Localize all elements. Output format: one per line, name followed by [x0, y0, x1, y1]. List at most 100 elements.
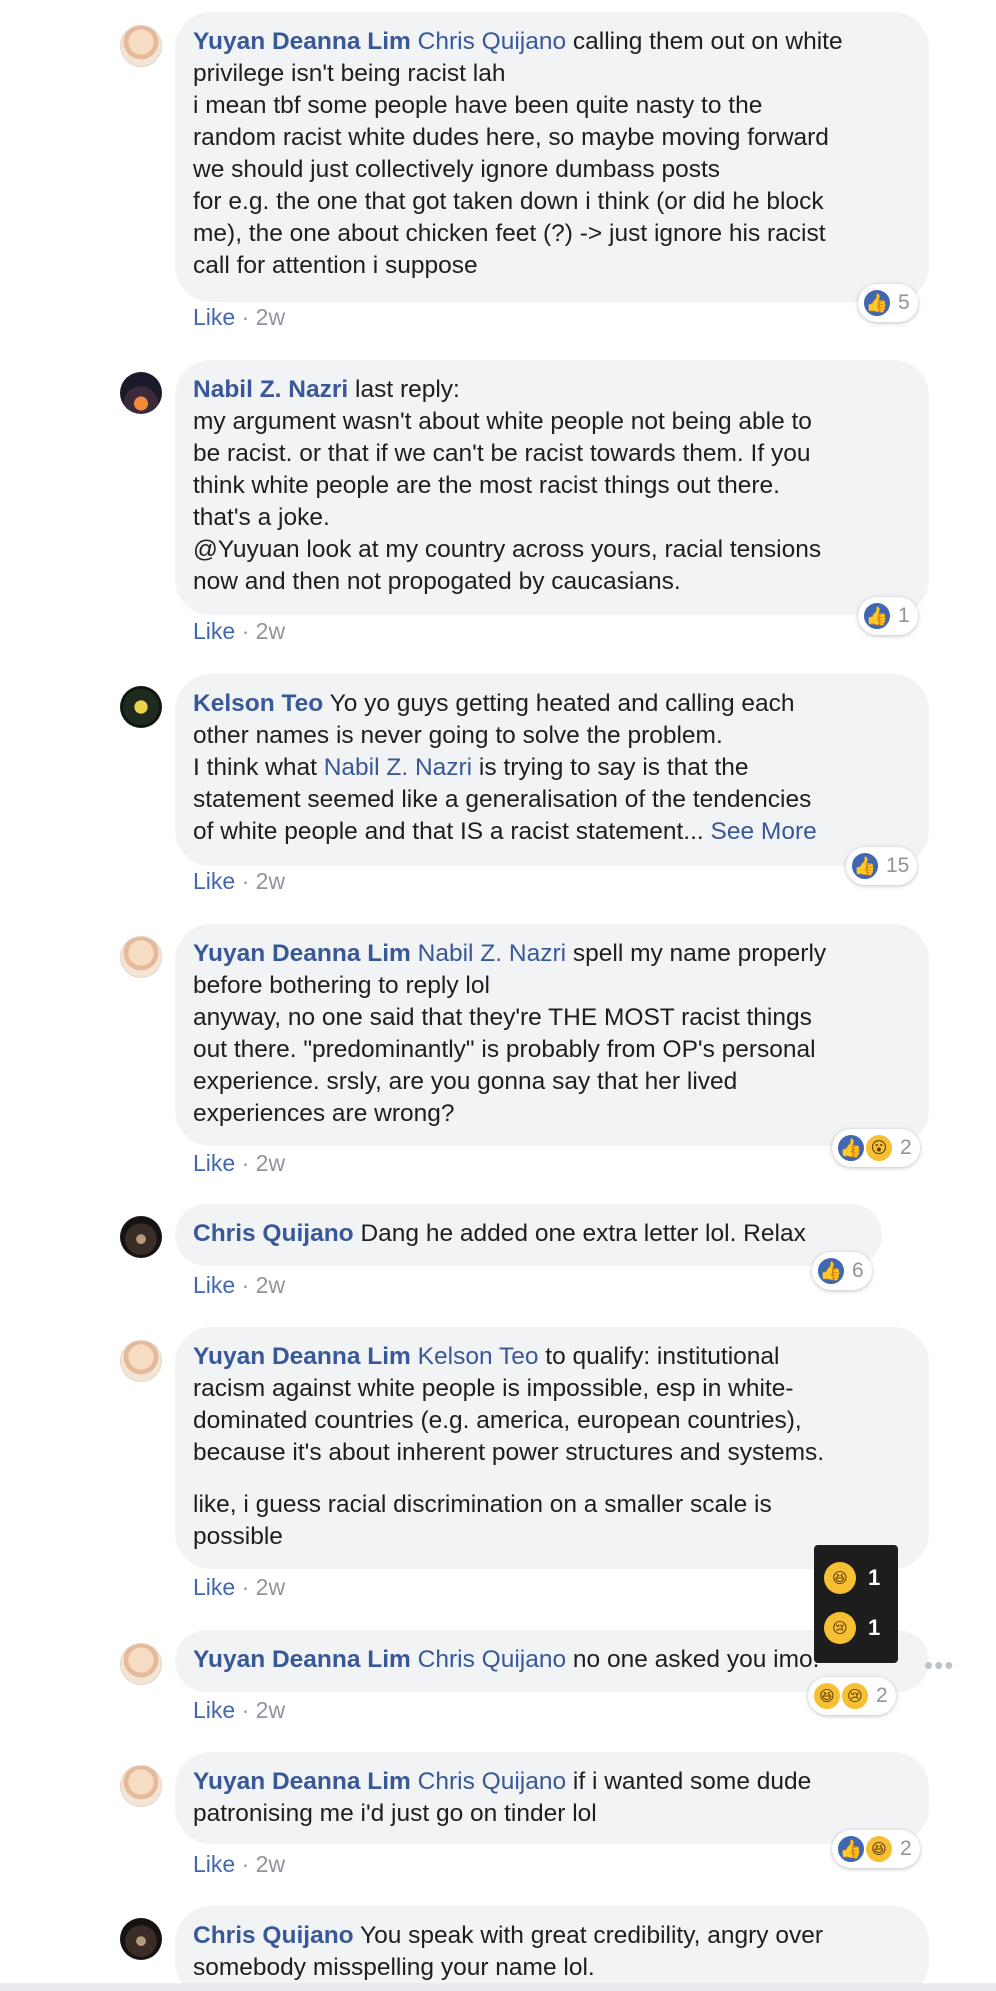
comment-text: no one asked you imo. [566, 1646, 820, 1673]
reaction-summary[interactable]: 👍 5 [858, 284, 918, 322]
comment-mention[interactable]: Chris Quijano [418, 1768, 566, 1795]
avatar[interactable] [120, 686, 162, 728]
comment-author[interactable]: Yuyan Deanna Lim [193, 1646, 411, 1673]
like-button[interactable]: Like [193, 868, 235, 894]
like-icon: 👍 [816, 1256, 846, 1286]
wow-icon: 😮 [864, 1133, 894, 1163]
reaction-count: 5 [898, 291, 910, 314]
haha-icon: 😆 [812, 1681, 842, 1711]
comment-text: call for attention i suppose [193, 252, 478, 279]
comment-bubble: Yuyan Deanna Lim Kelson Teo to qualify: … [175, 1327, 929, 1569]
comment-text: i mean tbf some people have been quite n… [193, 92, 763, 119]
reaction-summary[interactable]: 👍 😆 2 [832, 1830, 920, 1868]
comment-author[interactable]: Yuyan Deanna Lim [193, 1343, 411, 1370]
like-button[interactable]: Like [193, 304, 235, 330]
comment-mention[interactable]: Nabil Z. Nazri [418, 940, 566, 967]
like-button[interactable]: Like [193, 1272, 235, 1298]
comment-text: Dang he added one extra letter lol. Rela… [353, 1220, 806, 1247]
comment-text: experiences are wrong? [193, 1100, 455, 1127]
comment-text: because it's about inherent power struct… [193, 1439, 825, 1466]
reaction-count: 2 [900, 1136, 912, 1159]
like-icon: 👍 [836, 1834, 866, 1864]
comment-text: Yo yo guys getting heated and calling ea… [323, 690, 795, 717]
like-button[interactable]: Like [193, 1574, 235, 1600]
comment-meta: Like · 2w [193, 1851, 286, 1877]
comment-author[interactable]: Yuyan Deanna Lim [193, 28, 411, 55]
reaction-count: 2 [876, 1684, 888, 1707]
reaction-summary[interactable]: 👍 😮 2 [832, 1129, 920, 1167]
avatar[interactable] [120, 1918, 162, 1960]
comment-text: if i wanted some dude [566, 1768, 812, 1795]
like-button[interactable]: Like [193, 1150, 235, 1176]
comment-meta: Like · 2w [193, 868, 286, 894]
comment-text: I think what [193, 754, 324, 781]
reaction-count: 2 [900, 1837, 912, 1860]
comment-text: spell my name properly [566, 940, 827, 967]
avatar[interactable] [120, 936, 162, 978]
like-button[interactable]: Like [193, 1851, 235, 1877]
haha-icon: 😆 [864, 1834, 894, 1864]
comment-text: statement seemed like a generalisation o… [193, 786, 812, 813]
tooltip-row: 😢 1 [824, 1603, 888, 1653]
like-button[interactable]: Like [193, 1697, 235, 1723]
comment-text: @Yuyuan look at my country across yours,… [193, 536, 822, 563]
comment-text: You speak with great credibility, angry … [353, 1922, 824, 1949]
like-icon: 👍 [862, 288, 892, 318]
comment-time[interactable]: 2w [256, 1272, 285, 1298]
comment-time[interactable]: 2w [256, 868, 285, 894]
comment-text: calling them out on white [566, 28, 843, 55]
comment-text: possible [193, 1523, 283, 1550]
comment-text: random racist white dudes here, so maybe… [193, 124, 829, 151]
comment-text: like, i guess racial discrimination on a… [193, 1491, 772, 1518]
bottom-edge [0, 1983, 996, 1991]
comment-text: before bothering to reply lol [193, 972, 490, 999]
comment-text: dominated countries (e.g. america, europ… [193, 1407, 802, 1434]
reaction-summary[interactable]: 👍 1 [858, 597, 918, 635]
comment-time[interactable]: 2w [256, 304, 285, 330]
comment-time[interactable]: 2w [256, 1574, 285, 1600]
comment-bubble: Kelson Teo Yo yo guys getting heated and… [175, 674, 929, 866]
haha-icon: 😆 [824, 1562, 856, 1594]
comment-time[interactable]: 2w [256, 1150, 285, 1176]
comment-time[interactable]: 2w [256, 1851, 285, 1877]
comment-text: anyway, no one said that they're THE MOS… [193, 1004, 812, 1031]
comment-meta: Like · 2w [193, 1574, 286, 1600]
comment-time[interactable]: 2w [256, 618, 285, 644]
reaction-tooltip: 😆 1 😢 1 [814, 1545, 898, 1663]
like-icon: 👍 [850, 851, 880, 881]
see-more-link[interactable]: See More [711, 818, 817, 845]
comment-author[interactable]: Kelson Teo [193, 690, 323, 717]
comment-bubble: Yuyan Deanna Lim Chris Quijano calling t… [175, 12, 929, 302]
comment-text: of white people and that IS a racist sta… [193, 818, 704, 845]
avatar[interactable] [120, 25, 162, 67]
reaction-summary[interactable]: 👍 15 [846, 847, 918, 885]
comment-author[interactable]: Nabil Z. Nazri [193, 376, 348, 403]
comment-mention[interactable]: Chris Quijano [418, 1646, 566, 1673]
like-button[interactable]: Like [193, 618, 235, 644]
avatar[interactable] [120, 372, 162, 414]
comment-bubble: Yuyan Deanna Lim Nabil Z. Nazri spell my… [175, 924, 929, 1146]
comment-author[interactable]: Chris Quijano [193, 1922, 354, 1949]
avatar[interactable] [120, 1643, 162, 1685]
comment-thread: Yuyan Deanna Lim Chris Quijano calling t… [0, 0, 996, 1991]
comment-author[interactable]: Yuyan Deanna Lim [193, 1768, 411, 1795]
reaction-summary[interactable]: 👍 6 [812, 1252, 872, 1290]
comment-mention[interactable]: Nabil Z. Nazri [324, 754, 472, 781]
comment-bubble: Chris Quijano Dang he added one extra le… [175, 1204, 882, 1266]
tooltip-row: 😆 1 [824, 1553, 888, 1603]
avatar[interactable] [120, 1765, 162, 1807]
avatar[interactable] [120, 1216, 162, 1258]
comment-author[interactable]: Yuyan Deanna Lim [193, 940, 411, 967]
comment-time[interactable]: 2w [256, 1697, 285, 1723]
comment-bubble: Yuyan Deanna Lim Chris Quijano if i want… [175, 1752, 929, 1844]
comment-mention[interactable]: Chris Quijano [418, 28, 566, 55]
avatar[interactable] [120, 1340, 162, 1382]
more-options-icon[interactable]: ••• [924, 1650, 954, 1681]
comment-text: now and then not propogated by caucasian… [193, 568, 681, 595]
reaction-summary[interactable]: 😆 😢 2 [808, 1677, 896, 1715]
like-icon: 👍 [836, 1133, 866, 1163]
comment-text: be racist. or that if we can't be racist… [193, 440, 811, 467]
comment-author[interactable]: Chris Quijano [193, 1220, 354, 1247]
comment-mention[interactable]: Kelson Teo [418, 1343, 539, 1370]
